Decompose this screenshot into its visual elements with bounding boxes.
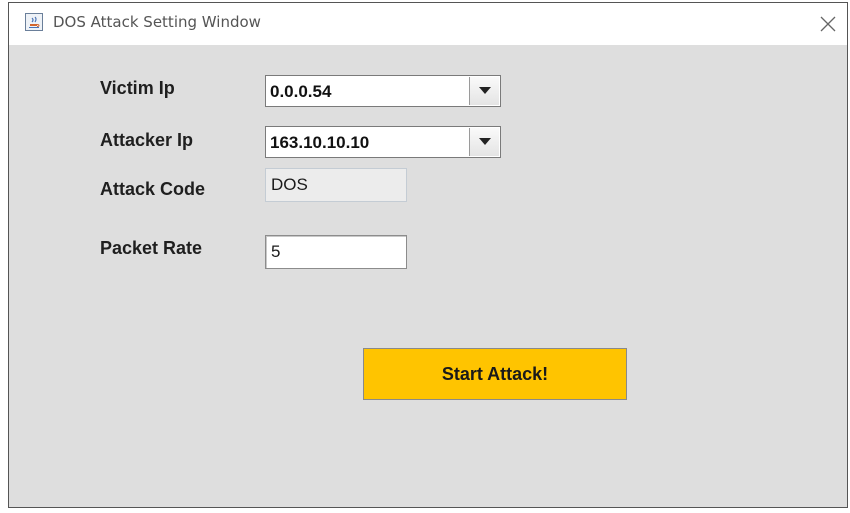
victim-ip-label: Victim Ip — [100, 78, 175, 98]
attack-code-field: DOS — [265, 168, 407, 202]
form-panel: Victim Ip 0.0.0.54 Attacker Ip 163.10.10… — [9, 45, 847, 507]
victim-ip-dropdown[interactable]: 0.0.0.54 — [265, 75, 501, 107]
attacker-ip-value: 163.10.10.10 — [270, 133, 370, 152]
chevron-down-icon[interactable] — [469, 77, 499, 105]
java-app-icon — [25, 13, 43, 31]
title-bar[interactable]: DOS Attack Setting Window — [9, 3, 847, 45]
close-icon[interactable] — [809, 3, 847, 45]
victim-ip-value: 0.0.0.54 — [270, 82, 332, 101]
window-title: DOS Attack Setting Window — [53, 13, 261, 31]
attacker-ip-dropdown[interactable]: 163.10.10.10 — [265, 126, 501, 158]
start-attack-button[interactable]: Start Attack! — [363, 348, 627, 400]
attacker-ip-label: Attacker Ip — [100, 130, 194, 150]
packet-rate-input[interactable]: 5 — [265, 235, 407, 269]
chevron-down-icon[interactable] — [469, 128, 499, 156]
dos-attack-window: DOS Attack Setting Window Victim Ip 0.0.… — [8, 2, 848, 508]
packet-rate-label: Packet Rate — [100, 238, 203, 258]
attack-code-label: Attack Code — [100, 179, 206, 199]
